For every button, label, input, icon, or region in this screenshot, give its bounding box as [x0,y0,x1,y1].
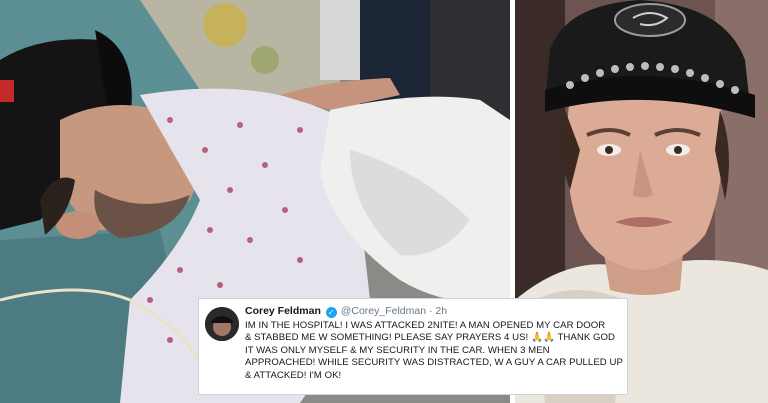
tweet-text-line: IM IN THE HOSPITAL! I WAS ATTACKED 2NITE… [245,320,606,331]
tweet-text-line: & ATTACKED! I'M OK! [245,369,342,381]
tweet-text-line: APPROACHED! WHILE SECURITY WAS DISTRACTE… [245,357,623,369]
tweet-text-line: & STABBED ME W SOMETHING! PLEASE SAY PRA… [245,332,616,344]
tweet-text: IM IN THE HOSPITAL! I WAS ATTACKED 2NITE… [245,320,623,382]
author-handle[interactable]: @Corey_Feldman [341,305,426,317]
tweet-card[interactable]: Corey Feldman ✓ @Corey_Feldman · 2h IM I… [198,298,628,395]
author-name[interactable]: Corey Feldman [245,305,321,317]
verified-badge-icon: ✓ [325,307,337,318]
tweet-timestamp[interactable]: 2h [435,305,447,317]
tweet-header: Corey Feldman ✓ @Corey_Feldman · 2h [245,304,619,318]
tweet-text-line: IT WAS ONLY MYSELF & MY SECURITY IN THE … [245,344,550,356]
header-separator: · [428,305,433,317]
avatar[interactable] [205,307,239,341]
